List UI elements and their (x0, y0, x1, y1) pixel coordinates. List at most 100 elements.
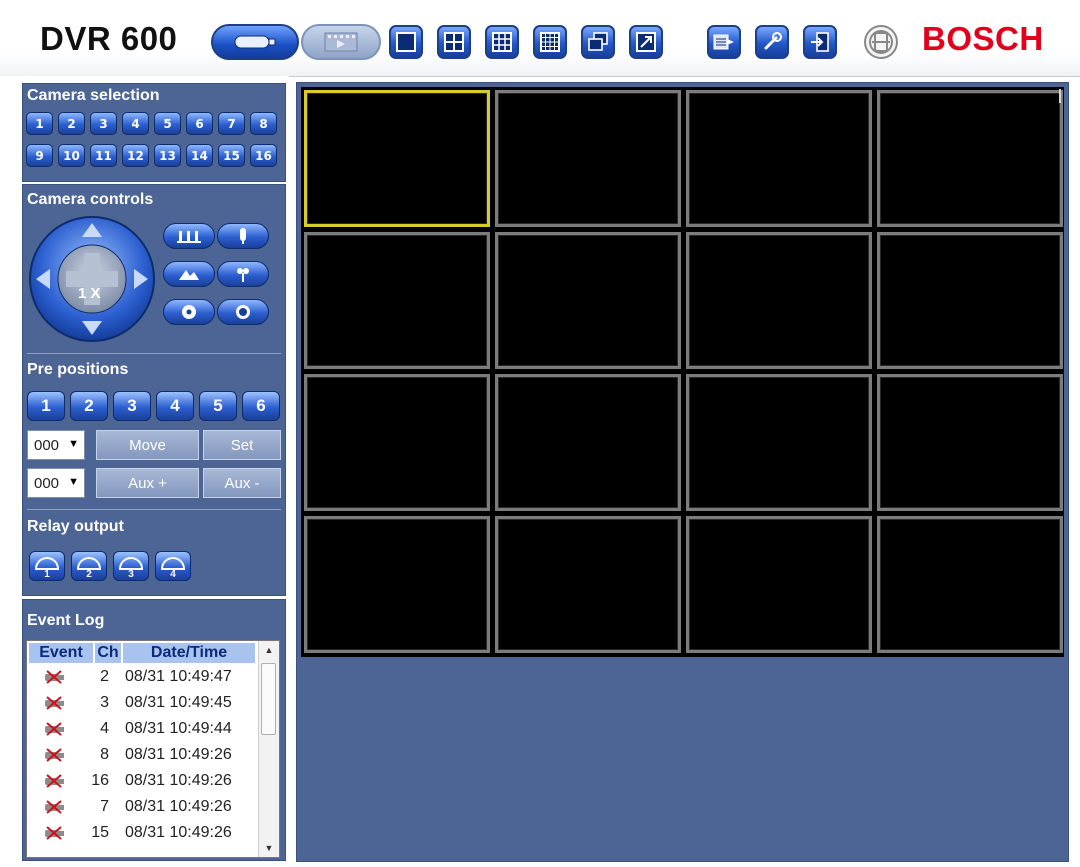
camera-button-4[interactable]: 4 (122, 112, 149, 135)
relay-icon: 4 (161, 557, 185, 579)
zoom-out-button[interactable] (217, 299, 269, 325)
camera-button-14[interactable]: 14 (186, 144, 213, 167)
logout-button[interactable] (803, 25, 837, 59)
event-channel: 2 (100, 668, 109, 685)
preset-button-3[interactable]: 3 (113, 391, 151, 421)
scrollbar-thumb[interactable] (261, 663, 276, 735)
camera-button-10[interactable]: 10 (58, 144, 85, 167)
focus-far-button[interactable] (163, 261, 215, 287)
focus-near-button[interactable] (217, 261, 269, 287)
preset-button-6[interactable]: 6 (242, 391, 280, 421)
layout-single-button[interactable] (389, 25, 423, 59)
video-cell-11[interactable] (686, 374, 872, 511)
camera-button-3[interactable]: 3 (90, 112, 117, 135)
preset-button-5[interactable]: 5 (199, 391, 237, 421)
column-header-datetime[interactable]: Date/Time (123, 643, 255, 663)
table-row[interactable]: 3 08/31 10:49:45 (27, 691, 259, 717)
cascade-icon (588, 32, 608, 51)
video-loss-icon (45, 722, 64, 736)
video-cell-3[interactable] (686, 90, 872, 227)
video-cell-8[interactable] (877, 232, 1063, 369)
video-cell-9[interactable] (304, 374, 490, 511)
relay-button-1[interactable]: 1 (29, 551, 65, 581)
camera-button-8[interactable]: 8 (250, 112, 277, 135)
video-cell-15[interactable] (686, 516, 872, 653)
fullscreen-button[interactable] (629, 25, 663, 59)
video-cell-16[interactable] (877, 516, 1063, 653)
table-row[interactable]: 4 08/31 10:49:44 (27, 717, 259, 743)
set-button[interactable]: Set (203, 430, 281, 460)
export-icon (713, 34, 734, 50)
aux-plus-button[interactable]: Aux + (96, 468, 199, 498)
camera-button-16[interactable]: 16 (250, 144, 277, 167)
event-datetime: 08/31 10:49:45 (125, 694, 232, 711)
move-button[interactable]: Move (96, 430, 199, 460)
event-channel: 4 (100, 720, 109, 737)
zoom-in-button[interactable] (163, 299, 215, 325)
scroll-down-icon[interactable]: ▼ (259, 839, 279, 857)
video-loss-icon (45, 826, 64, 840)
event-log-scrollbar[interactable]: ▲ ▼ (258, 641, 279, 857)
relay-number: 2 (86, 569, 92, 579)
video-cell-13[interactable] (304, 516, 490, 653)
preset-button-2[interactable]: 2 (70, 391, 108, 421)
relay-icon: 2 (77, 557, 101, 579)
relay-number: 4 (170, 569, 176, 579)
brand-logo: BOSCH (922, 20, 1044, 57)
zoom-in-icon (182, 305, 196, 319)
iris-open-button[interactable] (163, 223, 215, 249)
layout-sixteen-button[interactable] (533, 25, 567, 59)
table-row[interactable]: 15 08/31 10:49:26 (27, 821, 259, 847)
camera-button-13[interactable]: 13 (154, 144, 181, 167)
aux-select-value: 000 (34, 475, 60, 492)
video-cell-5[interactable] (304, 232, 490, 369)
video-cell-1[interactable] (304, 90, 490, 227)
event-channel: 15 (91, 824, 109, 841)
relay-button-4[interactable]: 4 (155, 551, 191, 581)
preset-select[interactable]: 000 ▼ (27, 430, 85, 460)
export-button[interactable] (707, 25, 741, 59)
preset-button-4[interactable]: 4 (156, 391, 194, 421)
video-cell-12[interactable] (877, 374, 1063, 511)
camera-button-7[interactable]: 7 (218, 112, 245, 135)
preset-button-1[interactable]: 1 (27, 391, 65, 421)
settings-button[interactable] (755, 25, 789, 59)
iris-close-button[interactable] (217, 223, 269, 249)
layout-quad-button[interactable] (437, 25, 471, 59)
camera-button-1[interactable]: 1 (26, 112, 53, 135)
zoom-out-icon (236, 305, 250, 319)
video-cell-4[interactable] (877, 90, 1063, 227)
video-cell-14[interactable] (495, 516, 681, 653)
camera-button-9[interactable]: 9 (26, 144, 53, 167)
camera-button-5[interactable]: 5 (154, 112, 181, 135)
table-row[interactable]: 2 08/31 10:49:47 (27, 665, 259, 691)
bosch-symbol-button[interactable] (863, 24, 899, 60)
event-datetime: 08/31 10:49:26 (125, 798, 232, 815)
sequence-button[interactable] (581, 25, 615, 59)
aux-select[interactable]: 000 ▼ (27, 468, 85, 498)
relay-button-3[interactable]: 3 (113, 551, 149, 581)
live-view-button[interactable] (211, 24, 299, 60)
camera-button-2[interactable]: 2 (58, 112, 85, 135)
camera-controls-title: Camera controls (27, 191, 154, 208)
camera-button-11[interactable]: 11 (90, 144, 117, 167)
video-cell-2[interactable] (495, 90, 681, 227)
video-cell-7[interactable] (686, 232, 872, 369)
camera-button-12[interactable]: 12 (122, 144, 149, 167)
table-row[interactable]: 7 08/31 10:49:26 (27, 795, 259, 821)
aux-minus-button[interactable]: Aux - (203, 468, 281, 498)
table-row[interactable]: 8 08/31 10:49:26 (27, 743, 259, 769)
event-log-table[interactable]: Event Ch Date/Time 2 08/31 10:49:47 3 08… (26, 640, 280, 858)
layout-nine-button[interactable] (485, 25, 519, 59)
ptz-joystick[interactable]: 1 X (28, 215, 156, 343)
scroll-up-icon[interactable]: ▲ (259, 641, 279, 659)
column-header-event[interactable]: Event (29, 643, 93, 663)
relay-button-2[interactable]: 2 (71, 551, 107, 581)
camera-button-15[interactable]: 15 (218, 144, 245, 167)
camera-button-6[interactable]: 6 (186, 112, 213, 135)
table-row[interactable]: 16 08/31 10:49:26 (27, 769, 259, 795)
video-cell-10[interactable] (495, 374, 681, 511)
playback-button[interactable] (301, 24, 381, 60)
video-cell-6[interactable] (495, 232, 681, 369)
column-header-ch[interactable]: Ch (95, 643, 121, 663)
